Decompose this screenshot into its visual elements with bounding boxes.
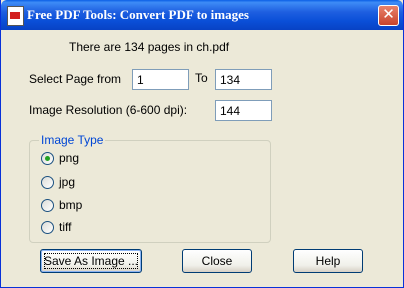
radio-label-bmp[interactable]: bmp <box>59 198 82 212</box>
radio-button-jpg[interactable] <box>41 176 54 189</box>
radio-label-jpg[interactable]: jpg <box>59 175 75 189</box>
radio-button-bmp[interactable] <box>41 199 54 212</box>
page-from-label: Select Page from <box>29 72 122 86</box>
radio-button-png[interactable] <box>41 152 54 165</box>
radio-selected-dot <box>45 156 50 161</box>
help-button-label: Help <box>315 254 341 268</box>
dialog-window: Free PDF Tools: Convert PDF to images ✕ … <box>0 0 404 288</box>
page-count-text: There are 134 pages in ch.pdf <box>69 40 230 54</box>
close-button-label: Close <box>201 254 233 268</box>
close-button[interactable]: Close <box>182 249 252 273</box>
radio-button-tiff[interactable] <box>41 221 54 234</box>
save-as-image-button[interactable]: Save As Image ... <box>40 249 142 273</box>
close-icon: ✕ <box>382 6 395 23</box>
page-to-input[interactable]: 134 <box>215 69 272 90</box>
window-title: Free PDF Tools: Convert PDF to images <box>27 7 249 22</box>
page-to-label: To <box>195 71 208 85</box>
image-type-title: Image Type <box>39 133 106 147</box>
title-bar[interactable]: Free PDF Tools: Convert PDF to images ✕ <box>1 0 403 30</box>
help-button[interactable]: Help <box>293 249 363 273</box>
page-from-input[interactable]: 1 <box>132 69 189 90</box>
pdf-file-icon <box>7 6 24 26</box>
radio-label-tiff[interactable]: tiff <box>59 220 71 234</box>
close-window-button[interactable]: ✕ <box>378 5 399 26</box>
resolution-label: Image Resolution (6-600 dpi): <box>29 103 188 117</box>
resolution-input[interactable]: 144 <box>215 100 272 121</box>
radio-label-png[interactable]: png <box>59 151 79 165</box>
focus-outline <box>44 253 138 269</box>
